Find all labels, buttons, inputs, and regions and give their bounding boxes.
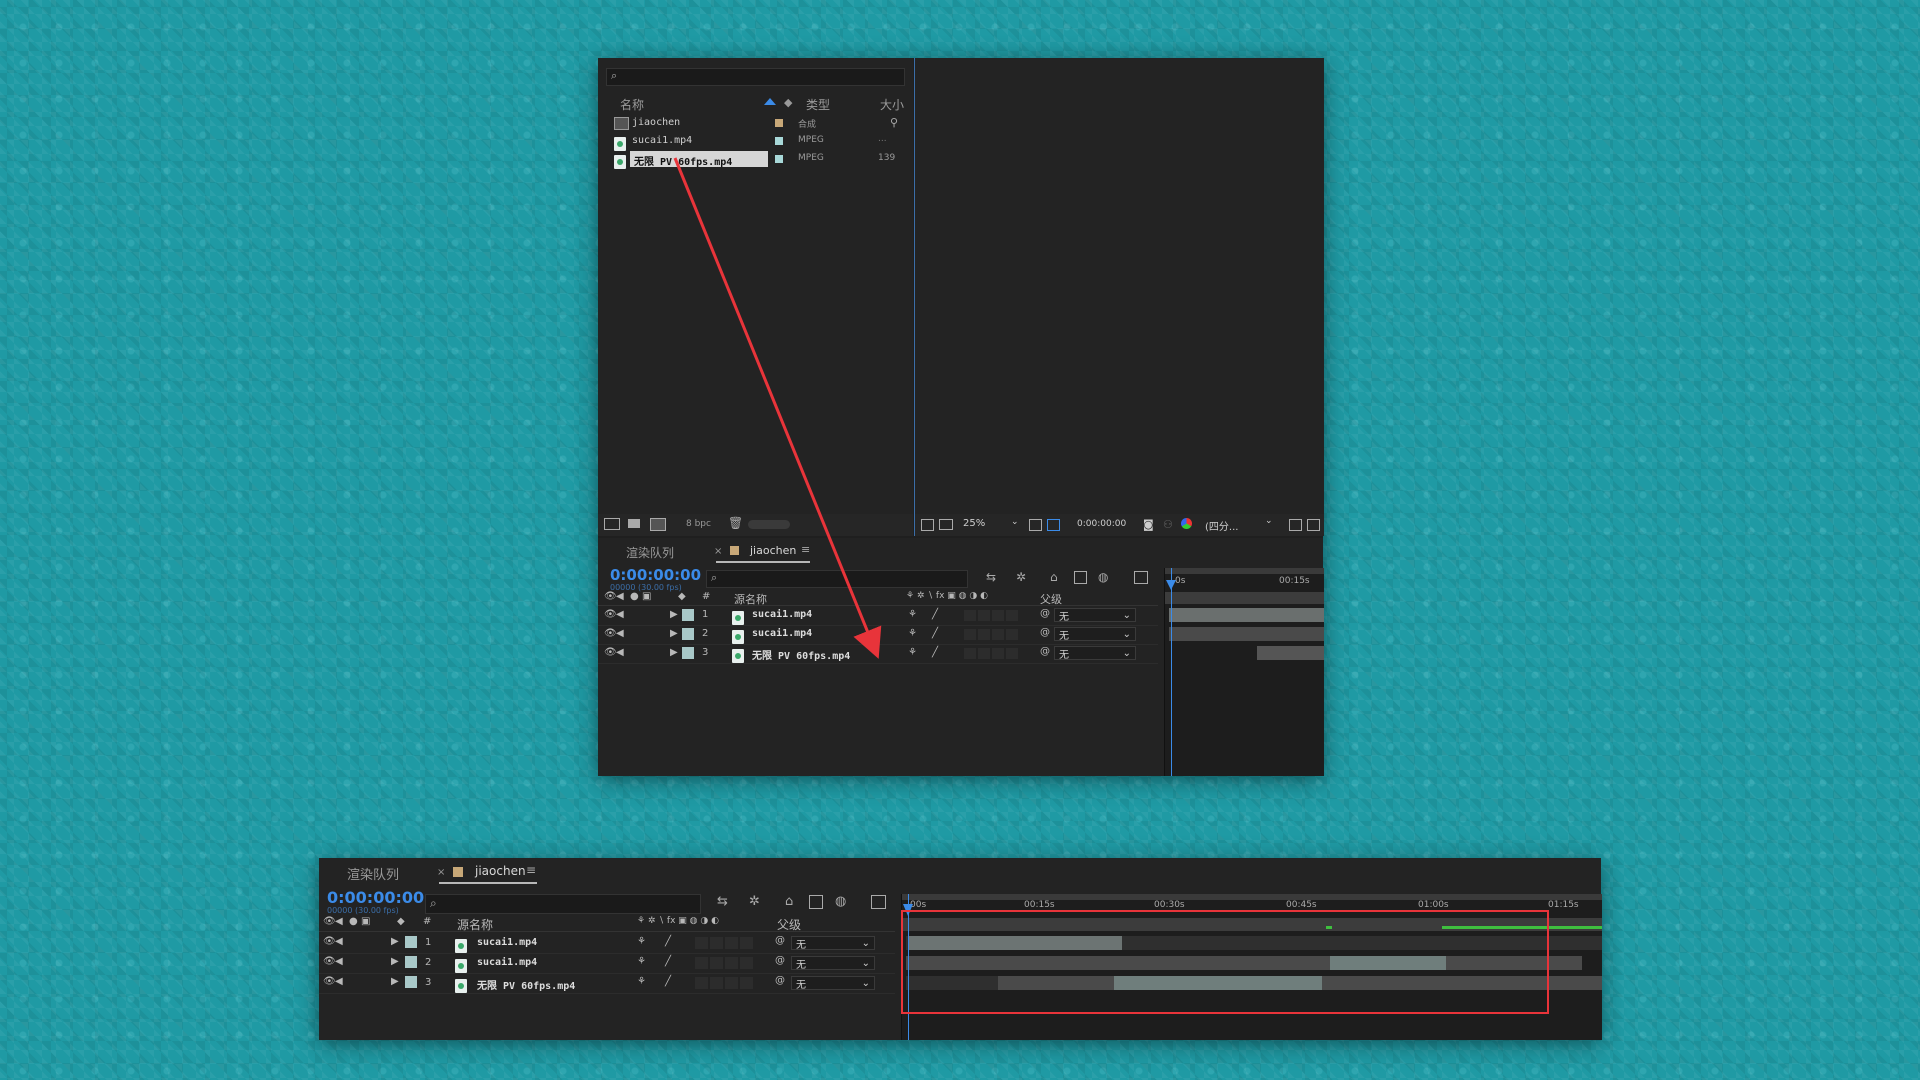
arrow-line: [673, 157, 882, 659]
annotation-arrow: [673, 157, 882, 659]
